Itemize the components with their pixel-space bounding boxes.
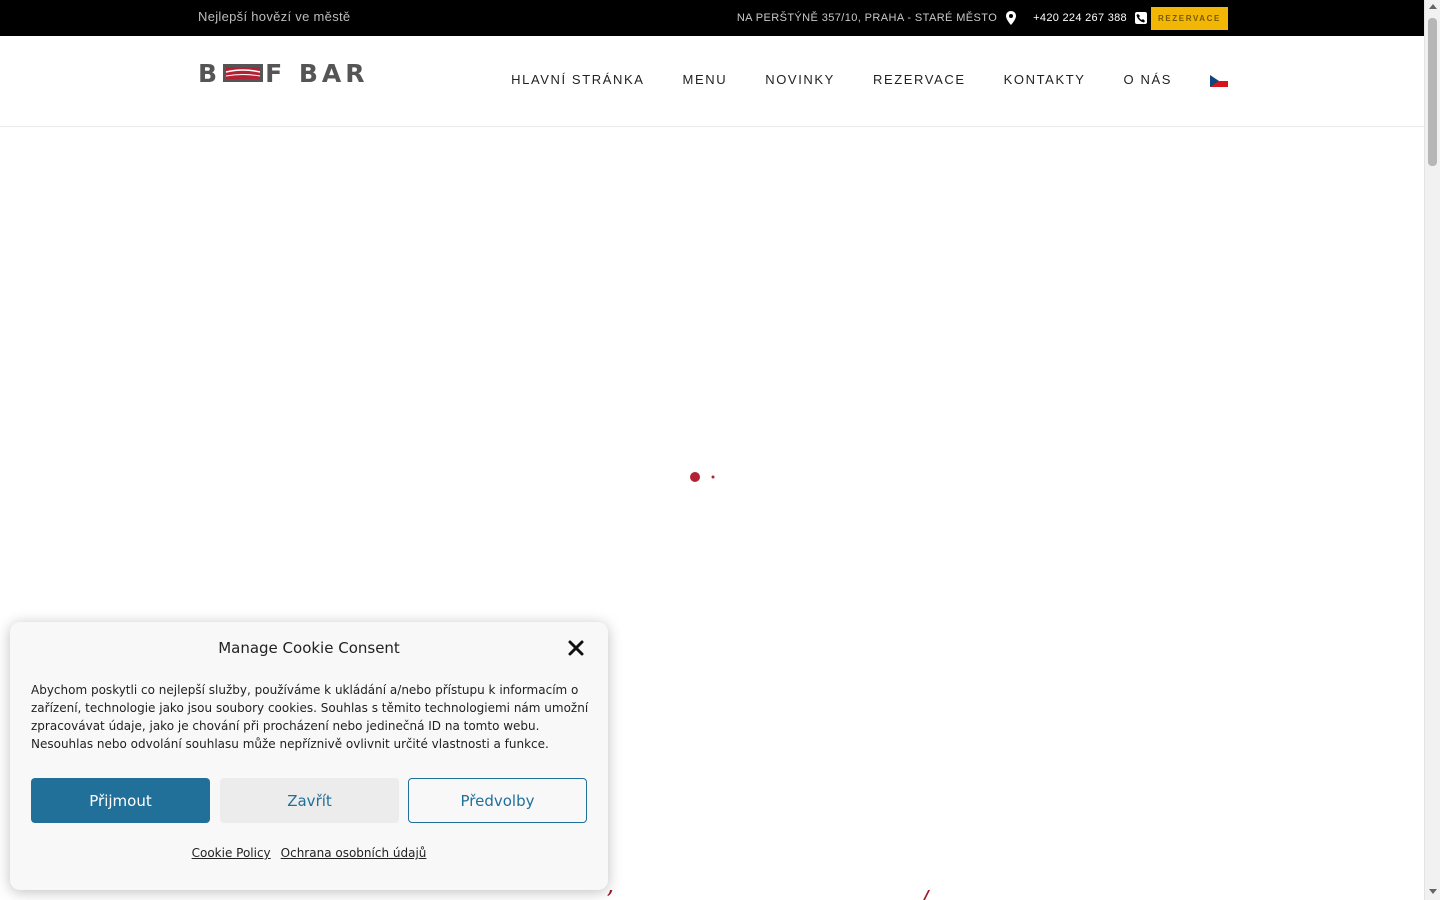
nav-item-contacts[interactable]: KONTAKTY bbox=[1004, 72, 1086, 87]
site-header: B F BAR HLAVNÍ STRÁNKA MENU NOVINKY REZE… bbox=[0, 36, 1424, 127]
loading-spinner bbox=[688, 470, 718, 484]
logo-text-left: B bbox=[198, 58, 222, 88]
privacy-link[interactable]: Ochrana osobních údajů bbox=[281, 846, 427, 860]
czech-flag-icon[interactable] bbox=[1210, 74, 1228, 87]
site-logo[interactable]: B F BAR bbox=[198, 58, 378, 88]
nav-item-about[interactable]: O NÁS bbox=[1124, 72, 1172, 87]
logo-text-right: F BAR bbox=[265, 58, 369, 88]
nav-item-home[interactable]: HLAVNÍ STRÁNKA bbox=[511, 72, 644, 87]
preferences-button[interactable]: Předvolby bbox=[408, 778, 587, 823]
top-bar: Nejlepší hovězí ve městě NA PERŠTÝNĚ 357… bbox=[0, 0, 1424, 36]
scrollbar-thumb[interactable] bbox=[1428, 18, 1437, 166]
decorative-script: / bbox=[920, 886, 929, 900]
scroll-down-arrow-icon[interactable] bbox=[1429, 889, 1437, 894]
close-icon[interactable] bbox=[567, 639, 585, 657]
dismiss-button[interactable]: Zavřít bbox=[220, 778, 399, 823]
accept-button[interactable]: Přijmout bbox=[31, 778, 210, 823]
reserve-button[interactable]: REZERVACE bbox=[1150, 6, 1228, 30]
map-pin-icon bbox=[1005, 11, 1017, 25]
cookie-title: Manage Cookie Consent bbox=[218, 639, 400, 657]
cookie-policy-link[interactable]: Cookie Policy bbox=[192, 846, 271, 860]
nav-item-reservation[interactable]: REZERVACE bbox=[873, 72, 966, 87]
nav-item-menu[interactable]: MENU bbox=[683, 72, 728, 87]
topbar-contact: NA PERŠTÝNĚ 357/10, PRAHA - STARÉ MĚSTO … bbox=[737, 6, 1228, 30]
logo-steak-mark bbox=[223, 64, 264, 82]
nav-item-news[interactable]: NOVINKY bbox=[765, 72, 835, 87]
scroll-up-arrow-icon[interactable] bbox=[1429, 4, 1437, 9]
page-scrollbar[interactable] bbox=[1424, 0, 1440, 900]
decorative-script: ’ bbox=[606, 886, 614, 900]
cookie-consent-dialog: Manage Cookie Consent Abychom poskytli c… bbox=[10, 622, 608, 890]
cookie-links: Cookie Policy Ochrana osobních údajů bbox=[10, 846, 608, 860]
cookie-description: Abychom poskytli co nejlepší služby, pou… bbox=[31, 683, 589, 751]
address-text[interactable]: NA PERŠTÝNĚ 357/10, PRAHA - STARÉ MĚSTO bbox=[737, 12, 997, 24]
phone-icon bbox=[1134, 12, 1147, 24]
main-nav: HLAVNÍ STRÁNKA MENU NOVINKY REZERVACE KO… bbox=[473, 72, 1228, 87]
phone-number[interactable]: +420 224 267 388 bbox=[1033, 12, 1127, 24]
tagline: Nejlepší hovězí ve městě bbox=[198, 9, 351, 24]
